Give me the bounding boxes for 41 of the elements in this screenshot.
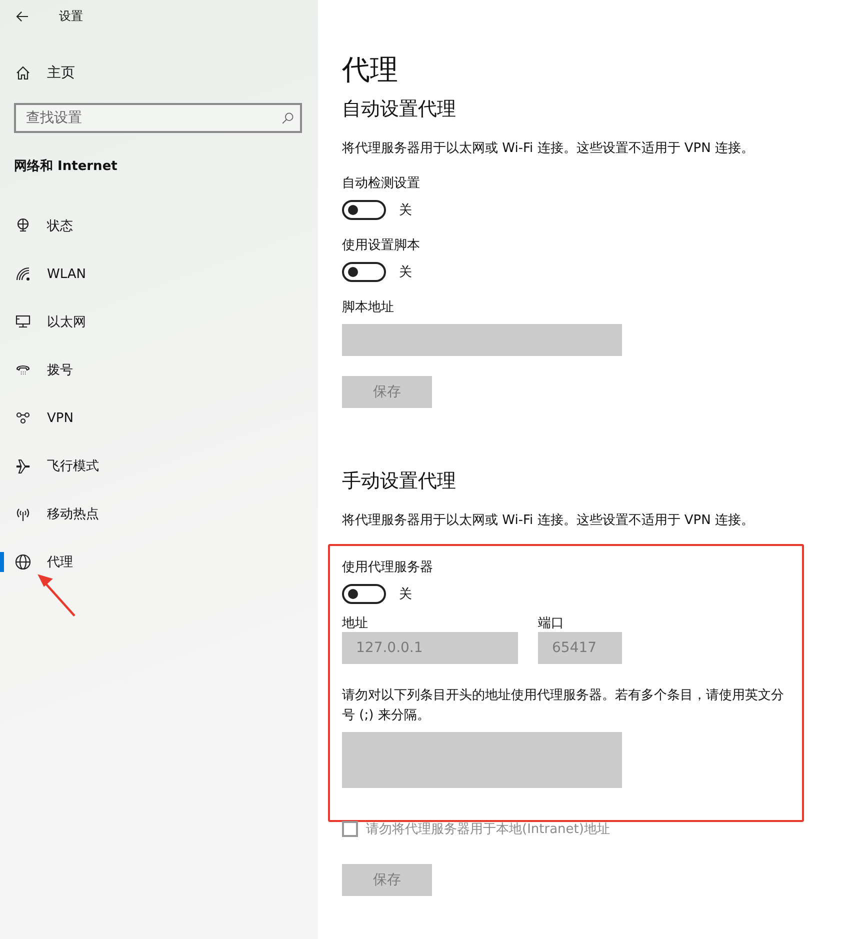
nav-item[interactable]: 飞行模式 [0,442,318,490]
toggle-switch[interactable] [342,200,386,220]
toggle-state: 关 [399,202,412,219]
field-label: 端口 [538,616,564,632]
airplane-icon [15,458,31,474]
search-field[interactable]: 查找设置 [14,103,302,133]
toggle-switch[interactable] [342,262,386,282]
hotspot-icon [15,506,31,522]
toggle-label: 使用代理服务器 [342,559,433,577]
field-label: 地址 [342,616,368,632]
field-label: 脚本地址 [342,299,394,317]
nav-item[interactable]: VPN [0,394,318,442]
nav-item[interactable]: 移动热点 [0,490,318,538]
vpn-icon [15,410,31,426]
toggle-switch[interactable] [342,584,386,604]
description: 将代理服务器用于以太网或 Wi-Fi 连接。这些设置不适用于 VPN 连接。 [342,140,754,158]
back-icon[interactable] [16,10,29,22]
home-icon [15,65,31,81]
description: 将代理服务器用于以太网或 Wi-Fi 连接。这些设置不适用于 VPN 连接。 [342,512,754,530]
toggle-label: 使用设置脚本 [342,237,420,255]
toggle-label: 自动检测设置 [342,175,420,193]
checkbox-label: 请勿将代理服务器用于本地(Intranet)地址 [366,821,610,838]
window-title: 设置 [59,8,83,24]
wifi-icon [15,266,31,282]
toggle-state: 关 [399,264,412,281]
ethernet-icon [15,314,31,330]
nav-item[interactable]: 拨号 [0,346,318,394]
nav-item[interactable]: WLAN [0,250,318,298]
nav-item[interactable]: 代理 [0,538,318,586]
search-icon [281,112,294,124]
home-item[interactable]: 主页 [15,64,75,82]
page-title: 代理 [342,52,399,88]
exceptions-note: 请勿对以下列条目开头的地址使用代理服务器。若有多个条目，请使用英文分号 (;) 来分隔。 [342,687,785,725]
nav-item[interactable]: 状态 [0,202,318,250]
section-heading: 手动设置代理 [342,469,457,494]
section-heading: 网络和 Internet [14,158,118,175]
toggle-state: 关 [399,586,412,603]
globe-icon [15,554,31,570]
section-heading: 自动设置代理 [342,97,457,122]
globe-monitor-icon [15,218,31,234]
nav-item[interactable]: 以太网 [0,298,318,346]
